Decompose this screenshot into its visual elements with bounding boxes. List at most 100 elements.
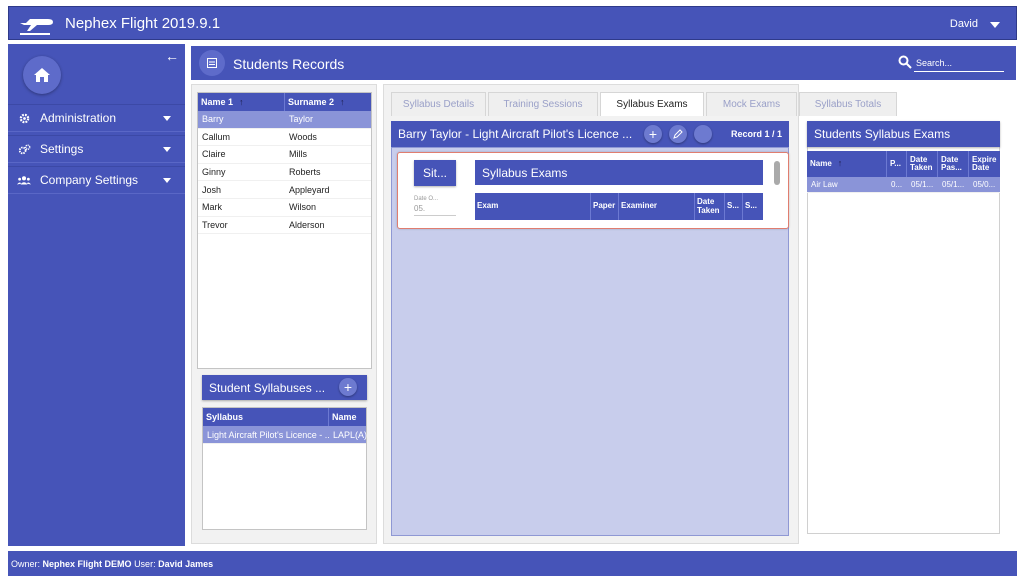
column-header-s2[interactable]: S...: [743, 193, 763, 220]
cell-name: Ginny: [202, 167, 226, 178]
column-header-date-passed[interactable]: Date Pas...: [938, 151, 969, 177]
home-icon: [34, 68, 50, 82]
column-header-p[interactable]: P...: [887, 151, 907, 177]
column-header-name[interactable]: Name 1 ↑: [198, 93, 285, 111]
airplane-logo-icon: [20, 19, 53, 35]
records-icon: [199, 50, 225, 76]
page-header: Students Records: [191, 46, 1016, 80]
table-row[interactable]: Ginny Roberts: [198, 164, 371, 182]
user-value: David James: [158, 558, 214, 569]
tab-syllabus-totals[interactable]: Syllabus Totals: [799, 92, 897, 116]
students-syllabus-exams-table: Name ↑ P... Date Taken Date Pas... Expire…: [807, 151, 1000, 193]
user-menu-caret-icon[interactable]: [990, 22, 1000, 28]
column-header-expire-date[interactable]: Expire Date: [969, 151, 1000, 177]
record-action-button[interactable]: [694, 125, 712, 143]
table-header: Syllabus Name: [203, 408, 366, 426]
student-syllabuses-header: Student Syllabuses ... +: [202, 375, 367, 400]
table-row[interactable]: Light Aircraft Pilot's Licence - ... LAP…: [203, 426, 368, 444]
sort-arrow-icon: ↑: [837, 158, 843, 169]
sit-button[interactable]: Sit...: [414, 160, 456, 186]
sidebar-item-company-settings[interactable]: Company Settings: [8, 166, 185, 194]
column-header-name[interactable]: Name ↑: [807, 151, 887, 177]
cell-surname: Alderson: [289, 219, 325, 230]
sidebar: ← Administration Settings Company Settin…: [8, 44, 185, 546]
sidebar-item-label: Settings: [40, 142, 84, 156]
add-record-button[interactable]: +: [644, 125, 662, 143]
pencil-icon: [673, 129, 683, 139]
table-row[interactable]: Josh Appleyard: [198, 181, 371, 199]
sidebar-item-label: Administration: [40, 111, 117, 125]
record-toolbar: Barry Taylor - Light Aircraft Pilot's Li…: [391, 121, 789, 147]
chevron-down-icon: [163, 146, 171, 152]
student-syllabuses-title: Student Syllabuses ...: [209, 381, 326, 395]
table-row[interactable]: Air Law 0... 05/1... 05/1... 05/0...: [807, 177, 1000, 193]
cell-surname: Mills: [289, 149, 307, 160]
tab-training-sessions[interactable]: Training Sessions: [488, 92, 598, 116]
column-header-examiner[interactable]: Examiner: [619, 193, 695, 220]
record-title: Barry Taylor - Light Aircraft Pilot's Li…: [398, 127, 633, 141]
cell-date-taken: 05/1...: [911, 180, 934, 189]
table-row[interactable]: Barry Taylor: [198, 111, 371, 129]
cell-name: LAPL(A): [333, 429, 368, 440]
cell-expire-date: 05/0...: [973, 180, 996, 189]
column-header-date-taken[interactable]: Date Taken: [695, 193, 725, 220]
column-header-surname[interactable]: Surname 2 ↑: [285, 93, 371, 111]
page-title: Students Records: [233, 56, 345, 72]
cell-surname: Taylor: [289, 114, 314, 125]
cell-name: Mark: [202, 202, 222, 213]
cell-surname: Roberts: [289, 167, 321, 178]
cell-name: Callum: [202, 131, 231, 142]
table-header: Name 1 ↑ Surname 2 ↑: [198, 93, 371, 111]
cell-name: Trevor: [202, 219, 228, 230]
gear-icon: [17, 111, 31, 125]
chevron-down-icon: [163, 177, 171, 183]
sidebar-item-settings[interactable]: Settings: [8, 135, 185, 163]
sort-arrow-icon: ↑: [239, 97, 244, 107]
status-bar: Owner: Nephex Flight DEMO User: David Ja…: [8, 551, 1017, 576]
app-title: Nephex Flight 2019.9.1: [65, 15, 221, 32]
students-table: Name 1 ↑ Surname 2 ↑ Barry Taylor Callum W…: [197, 92, 372, 369]
cell-name: Barry: [202, 114, 224, 125]
collapse-sidebar-arrow-icon[interactable]: ←: [165, 48, 179, 64]
tab-syllabus-details[interactable]: Syllabus Details: [391, 92, 486, 116]
column-header-paper[interactable]: Paper: [591, 193, 619, 220]
table-row[interactable]: Claire Mills: [198, 146, 371, 164]
column-header-s1[interactable]: S...: [725, 193, 743, 220]
edit-record-button[interactable]: [669, 125, 687, 143]
cell-syllabus: Light Aircraft Pilot's Licence - ...: [207, 429, 329, 440]
record-counter: Record 1 / 1: [730, 129, 782, 139]
sidebar-item-administration[interactable]: Administration: [8, 104, 185, 132]
syllabus-exams-header: Syllabus Exams: [475, 160, 763, 185]
cell-surname: Woods: [289, 131, 317, 142]
owner-label: Owner:: [11, 558, 41, 569]
table-row[interactable]: Mark Wilson: [198, 199, 371, 217]
search-input[interactable]: [914, 54, 1004, 72]
gears-icon: [17, 142, 31, 156]
column-header-exam[interactable]: Exam: [475, 193, 591, 220]
table-row[interactable]: Trevor Alderson: [198, 217, 371, 235]
tab-syllabus-exams[interactable]: Syllabus Exams: [600, 92, 704, 116]
students-syllabus-exams-header: Students Syllabus Exams: [807, 121, 1000, 147]
table-row[interactable]: Callum Woods: [198, 129, 371, 147]
home-button[interactable]: [23, 56, 61, 94]
tab-mock-exams[interactable]: Mock Exams: [706, 92, 797, 116]
column-header-name[interactable]: Name: [329, 408, 366, 426]
user-menu[interactable]: David: [950, 18, 978, 30]
app-header: Nephex Flight 2019.9.1 David: [8, 6, 1017, 40]
cell-name: Claire: [202, 149, 226, 160]
cell-surname: Appleyard: [289, 184, 330, 195]
date-field[interactable]: 05.: [414, 204, 456, 216]
add-syllabus-button[interactable]: +: [339, 378, 357, 396]
syllabuses-table: Syllabus Name Light Aircraft Pilot's Lic…: [202, 407, 367, 530]
column-header-date-taken[interactable]: Date Taken: [907, 151, 938, 177]
owner-value: Nephex Flight DEMO: [42, 558, 132, 569]
search-icon[interactable]: [898, 55, 912, 69]
chevron-down-icon: [163, 115, 171, 121]
syllabus-exam-card: Sit... Date O... 05. Syllabus Exams Exam…: [397, 152, 789, 229]
column-header-syllabus[interactable]: Syllabus: [203, 408, 329, 426]
sort-arrow-icon: ↑: [340, 97, 345, 107]
cell-p: 0...: [891, 180, 903, 189]
tab-strip: Syllabus Details Training Sessions Sylla…: [391, 92, 899, 116]
user-label: User:: [134, 558, 156, 569]
card-scrollbar[interactable]: [774, 161, 780, 185]
